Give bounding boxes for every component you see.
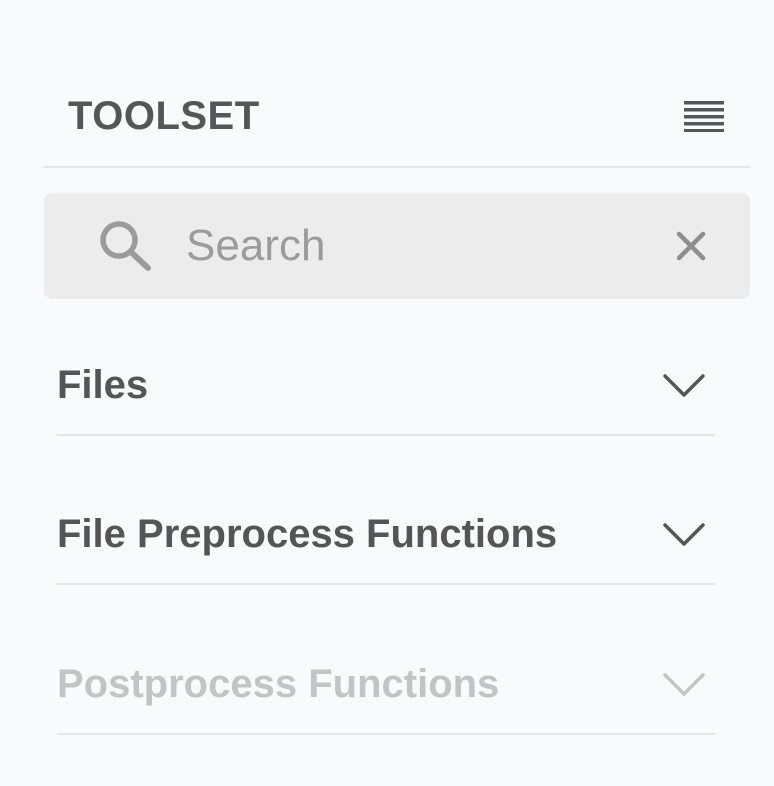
menu-button[interactable] <box>684 100 724 132</box>
close-icon <box>676 231 706 261</box>
section-label-files: Files <box>57 363 149 407</box>
chevron-down-icon <box>663 374 705 397</box>
section-label-postprocess-functions: Postprocess Functions <box>57 662 500 706</box>
toolset-header: TOOLSET <box>44 86 750 168</box>
chevron-down-icon <box>663 523 705 546</box>
section-files[interactable]: Files <box>57 336 715 436</box>
search-input[interactable] <box>182 215 650 277</box>
search-bar <box>44 193 750 299</box>
section-postprocess-functions[interactable]: Postprocess Functions <box>57 635 715 735</box>
toolset-title: TOOLSET <box>68 94 260 138</box>
section-file-preprocess-functions[interactable]: File Preprocess Functions <box>57 485 715 585</box>
chevron-down-icon <box>663 673 705 696</box>
clear-search-button[interactable] <box>674 229 708 263</box>
search-icon <box>100 221 151 271</box>
hamburger-menu-icon <box>684 101 724 132</box>
section-label-file-preprocess-functions: File Preprocess Functions <box>57 512 558 556</box>
